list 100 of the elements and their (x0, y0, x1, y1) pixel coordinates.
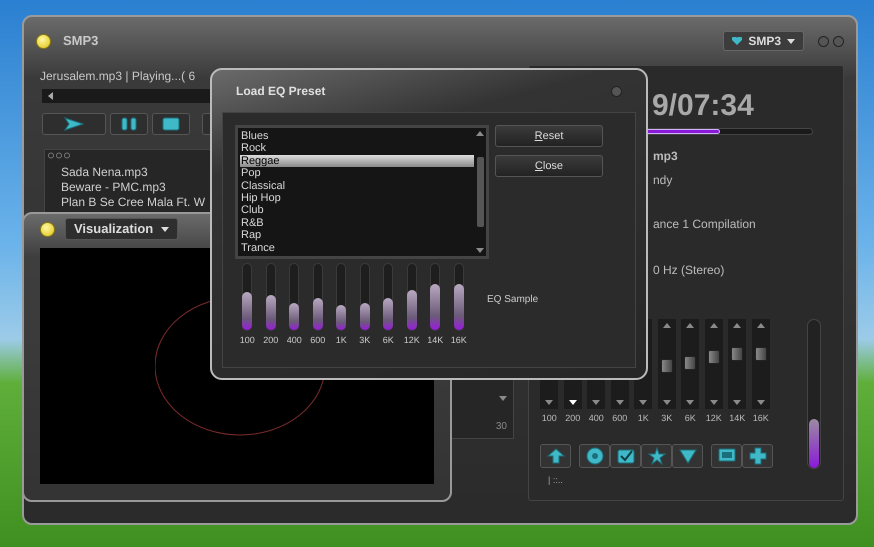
eq-slider-track[interactable] (704, 319, 723, 409)
eq-slider-track[interactable] (752, 319, 770, 409)
heart-icon (732, 37, 742, 45)
disc-button[interactable] (579, 444, 610, 468)
left-arrow-icon (48, 92, 53, 100)
stop-icon (162, 117, 180, 131)
down-arrow-icon[interactable] (568, 400, 577, 405)
preset-item[interactable]: Club (240, 204, 474, 217)
up-arrow-icon[interactable] (686, 323, 694, 328)
visualization-dropdown[interactable]: Visualization (65, 218, 178, 240)
eq-slider-thumb[interactable] (684, 356, 696, 370)
eq-band-track[interactable] (383, 263, 394, 331)
up-arrow-icon[interactable] (476, 131, 484, 136)
eq-sample-label: EQ Sample (487, 292, 538, 307)
status-text: | ::.. (548, 474, 564, 487)
up-arrow-icon[interactable] (662, 323, 671, 328)
eq-slider-thumb[interactable] (754, 347, 767, 362)
eq-band-label: 600 (310, 334, 326, 347)
eq-band-label: 100 (542, 412, 557, 425)
eq-band-label: 100 (240, 334, 255, 347)
eq-band-track[interactable] (242, 263, 252, 331)
eq-band-label: 3K (359, 334, 370, 347)
eq-slider-track[interactable] (728, 319, 746, 409)
caret-icon (161, 226, 170, 232)
eq-band-track[interactable] (454, 263, 464, 331)
volume-track[interactable] (807, 319, 821, 469)
preset-item[interactable]: R&B (240, 216, 474, 230)
eq-slider-thumb[interactable] (660, 358, 673, 373)
preset-item[interactable]: Pop (240, 167, 474, 180)
preset-item[interactable]: Hip Hop (240, 192, 474, 204)
play-button[interactable] (42, 113, 106, 135)
volume-fill[interactable] (809, 419, 819, 468)
eq-band-label: 600 (612, 412, 628, 425)
eq-band-track[interactable] (406, 263, 417, 331)
pause-icon (121, 117, 137, 131)
eq-slider-thumb[interactable] (708, 350, 720, 364)
grip-dots-icon (47, 152, 71, 159)
eq-band-track[interactable] (336, 263, 346, 331)
eq-band-fill[interactable] (430, 284, 440, 330)
app-logo-icon (40, 222, 55, 236)
screen-icon (718, 448, 736, 464)
track-detail: ance 1 Compilation (653, 216, 757, 233)
up-arrow-icon[interactable] (733, 323, 742, 328)
eq-slider-track[interactable] (658, 319, 676, 409)
eq-band-track[interactable] (312, 263, 323, 331)
duration-text: 30 (496, 420, 507, 434)
eq-band-label: 16K (752, 412, 769, 425)
plus-button[interactable] (742, 444, 773, 468)
eq-band-label: 6K (382, 334, 394, 347)
play-icon (64, 117, 84, 131)
eq-band-fill[interactable] (336, 304, 346, 330)
eq-band-label: 400 (588, 412, 604, 425)
preset-item[interactable]: Rock (240, 142, 474, 155)
dialog-title: Load EQ Preset (236, 83, 326, 100)
eq-band-fill[interactable] (312, 298, 323, 330)
pause-button[interactable] (110, 113, 148, 135)
time-display: 9/07:34 (652, 88, 755, 124)
eq-slider-track[interactable] (681, 319, 700, 409)
eq-band-label: 16K (450, 334, 467, 347)
preset-item[interactable]: Rap (240, 229, 474, 242)
now-playing-text: Jerusalem.mp3 | Playing...( 6 (40, 68, 196, 85)
eq-band-label: 400 (286, 334, 302, 347)
eq-band-label: 12K (404, 334, 420, 347)
plus-icon (748, 446, 766, 464)
eq-band-label: 12K (706, 412, 722, 425)
eq-band-fill[interactable] (242, 292, 252, 330)
eq-slider-thumb[interactable] (731, 347, 744, 362)
up-arrow-icon[interactable] (710, 323, 718, 328)
eq-band-fill[interactable] (266, 295, 276, 330)
upload-button[interactable] (540, 444, 571, 468)
eq-band-fill[interactable] (360, 302, 370, 330)
star-button[interactable] (641, 444, 672, 468)
scrollbar-thumb[interactable] (476, 157, 484, 227)
eq-band-label: 6K (684, 412, 696, 425)
skin-menu-button[interactable]: SMP3 (723, 31, 804, 51)
eq-band-fill[interactable] (454, 284, 464, 330)
screen-button[interactable] (711, 444, 742, 468)
preset-item[interactable]: Blues (240, 130, 474, 142)
eq-band-fill[interactable] (289, 302, 300, 330)
eq-band-track[interactable] (430, 263, 440, 331)
up-arrow-icon[interactable] (756, 323, 765, 328)
eq-band-label: 1K (336, 334, 347, 347)
preset-item[interactable]: Reggae (240, 154, 474, 168)
dialog-button[interactable]: Reset (495, 125, 603, 147)
eq-band-label: 3K (661, 412, 672, 425)
preset-item[interactable]: Trance (240, 242, 474, 254)
down-button[interactable] (672, 444, 703, 468)
stop-button[interactable] (152, 113, 190, 135)
preset-item[interactable]: Classical (240, 180, 474, 192)
eq-band-fill[interactable] (406, 290, 417, 330)
eq-band-track[interactable] (360, 263, 370, 331)
eq-band-label: 200 (263, 334, 278, 347)
eq-band-fill[interactable] (383, 298, 394, 330)
eq-band-label: 14K (427, 334, 444, 347)
eq-band-track[interactable] (289, 263, 300, 331)
preset-list[interactable]: Blues Rock Reggae Pop Classical Hip Hop Club R&B Rap Trance (235, 125, 489, 259)
eq-band-track[interactable] (266, 263, 276, 331)
check-button[interactable] (610, 444, 641, 468)
upload-icon (546, 448, 564, 464)
dialog-button[interactable]: Close (495, 155, 603, 177)
